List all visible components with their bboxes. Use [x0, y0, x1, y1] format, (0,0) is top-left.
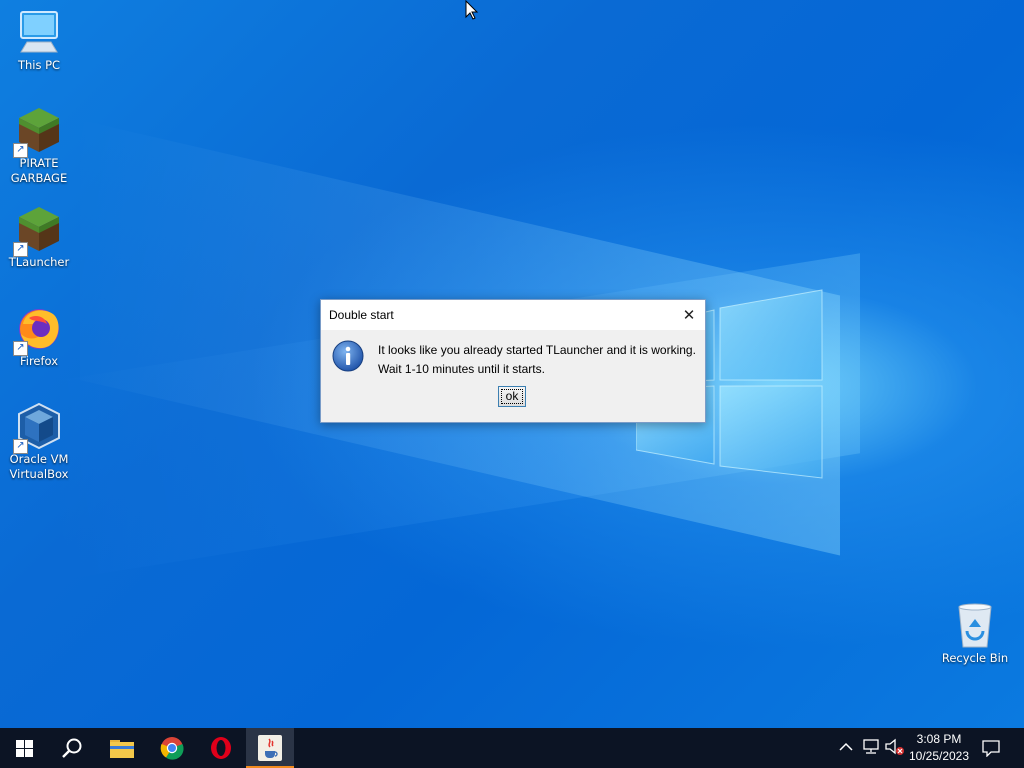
- shortcut-arrow-icon: ↗: [13, 143, 28, 158]
- network-icon[interactable]: [862, 739, 880, 755]
- search-button[interactable]: [48, 728, 96, 768]
- clock-time: 3:08 PM: [916, 732, 962, 746]
- desktop-icon-tlauncher[interactable]: ↗ TLauncher: [0, 205, 78, 270]
- clock[interactable]: 3:08 PM 10/25/2023: [906, 732, 972, 766]
- firefox-icon: ↗: [13, 304, 63, 356]
- shortcut-arrow-icon: ↗: [13, 242, 28, 257]
- chrome-button[interactable]: [148, 728, 196, 768]
- clock-date: 10/25/2023: [908, 749, 970, 763]
- info-icon: [332, 340, 364, 372]
- desktop-icon-label: This PC: [17, 58, 61, 72]
- minecraft-grass-icon: ↗: [13, 106, 63, 158]
- shortcut-arrow-icon: ↗: [13, 439, 28, 454]
- chevron-up-icon[interactable]: [839, 742, 853, 752]
- volume-muted-icon[interactable]: [885, 738, 905, 756]
- start-button[interactable]: [0, 728, 48, 768]
- minecraft-grass-icon: ↗: [13, 205, 63, 257]
- desktop-icon-virtualbox[interactable]: ↗ Oracle VM VirtualBox: [0, 402, 78, 482]
- taskbar: 3:08 PM 10/25/2023: [0, 728, 1024, 768]
- virtualbox-icon: ↗: [13, 402, 63, 454]
- dialog-message: It looks like you already started TLaunc…: [378, 341, 696, 379]
- desktop-icon-label: Recycle Bin: [941, 651, 1009, 665]
- desktop-icon-this-pc[interactable]: This PC: [0, 8, 78, 73]
- dialog-message-line: Wait 1-10 minutes until it starts.: [378, 362, 545, 376]
- java-icon: [258, 735, 282, 761]
- notifications-icon[interactable]: [982, 740, 1000, 757]
- chrome-icon: [160, 737, 184, 760]
- search-icon: [62, 738, 82, 758]
- dialog-title: Double start: [329, 308, 394, 322]
- ok-button[interactable]: ok: [498, 386, 526, 407]
- computer-icon: [15, 8, 63, 56]
- opera-button[interactable]: [197, 728, 245, 768]
- desktop-icon-recycle-bin[interactable]: Recycle Bin: [936, 601, 1014, 666]
- file-explorer-button[interactable]: [98, 728, 146, 768]
- desktop-icon-label: TLauncher: [8, 255, 70, 269]
- windows-logo-icon: [16, 740, 33, 757]
- recycle-bin-icon: [951, 601, 999, 649]
- mouse-cursor-icon: [465, 0, 479, 20]
- shortcut-arrow-icon: ↗: [13, 341, 28, 356]
- java-app-button[interactable]: [246, 728, 294, 768]
- double-start-dialog: Double start ✕ It looks like you already…: [320, 299, 706, 423]
- desktop-icon-label: Oracle VM VirtualBox: [9, 452, 69, 481]
- folder-icon: [110, 740, 134, 758]
- dialog-message-line: It looks like you already started TLaunc…: [378, 343, 696, 357]
- dialog-titlebar[interactable]: Double start ✕: [321, 300, 705, 330]
- desktop-icon-firefox[interactable]: ↗ Firefox: [0, 304, 78, 369]
- desktop-icon-pirate-garbage[interactable]: ↗ PIRATE GARBAGE: [0, 106, 78, 186]
- desktop-icon-label: Firefox: [19, 354, 59, 368]
- close-icon[interactable]: ✕: [673, 300, 705, 330]
- opera-icon: [211, 737, 231, 759]
- desktop-icon-label: PIRATE GARBAGE: [10, 156, 68, 185]
